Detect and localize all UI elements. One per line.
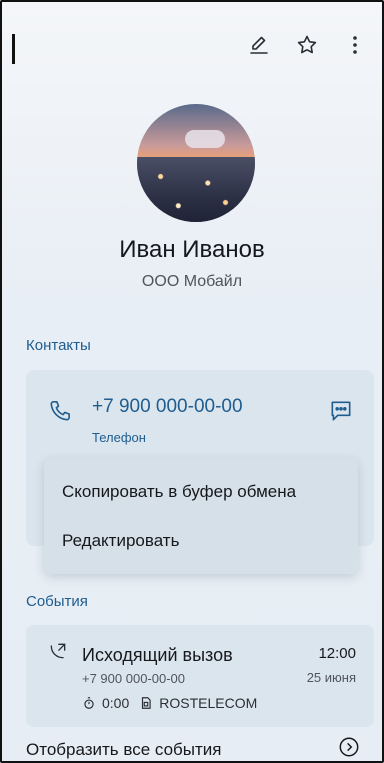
show-all-events-link[interactable]: Отобразить все события [26, 740, 222, 760]
avatar-cloud [185, 130, 225, 148]
event-time: 12:00 [318, 645, 356, 662]
edit-icon[interactable] [246, 32, 272, 58]
text-cursor [12, 34, 15, 64]
timer-icon [84, 697, 94, 709]
star-icon[interactable] [294, 32, 320, 58]
menu-item-edit[interactable]: Редактировать [62, 531, 179, 551]
message-icon[interactable] [328, 398, 354, 429]
event-date: 25 июня [306, 670, 356, 685]
avatar-city [137, 157, 255, 222]
contacts-section-title: Контакты [26, 337, 91, 354]
contact-name: Иван Иванов [119, 236, 265, 263]
top-actions [246, 32, 368, 58]
sim-card-icon [142, 697, 151, 709]
chevron-right-circle-icon[interactable] [338, 736, 360, 761]
event-sim: ROSTELECOM [159, 695, 258, 711]
outgoing-call-icon [48, 641, 68, 666]
event-title: Исходящий вызов [82, 645, 233, 665]
phone-label: Телефон [92, 430, 146, 445]
event-meta: 0:00 ROSTELECOM [82, 695, 257, 711]
context-menu: Скопировать в буфер обмена Редактировать [44, 458, 358, 574]
event-card[interactable]: Исходящий вызов +7 900 000-00-00 12:00 2… [26, 625, 374, 727]
menu-item-copy[interactable]: Скопировать в буфер обмена [62, 482, 296, 502]
app-window: Иван Иванов ООО Мобайл Контакты +7 900 0… [0, 0, 384, 763]
event-duration: 0:00 [102, 695, 130, 711]
more-vert-icon[interactable] [342, 32, 368, 58]
avatar[interactable] [137, 104, 255, 222]
contact-company: ООО Мобайл [141, 273, 243, 290]
events-section-title: События [26, 593, 88, 610]
phone-icon[interactable] [48, 398, 74, 429]
phone-number[interactable]: +7 900 000-00-00 [92, 396, 243, 418]
event-phone: +7 900 000-00-00 [82, 671, 186, 686]
